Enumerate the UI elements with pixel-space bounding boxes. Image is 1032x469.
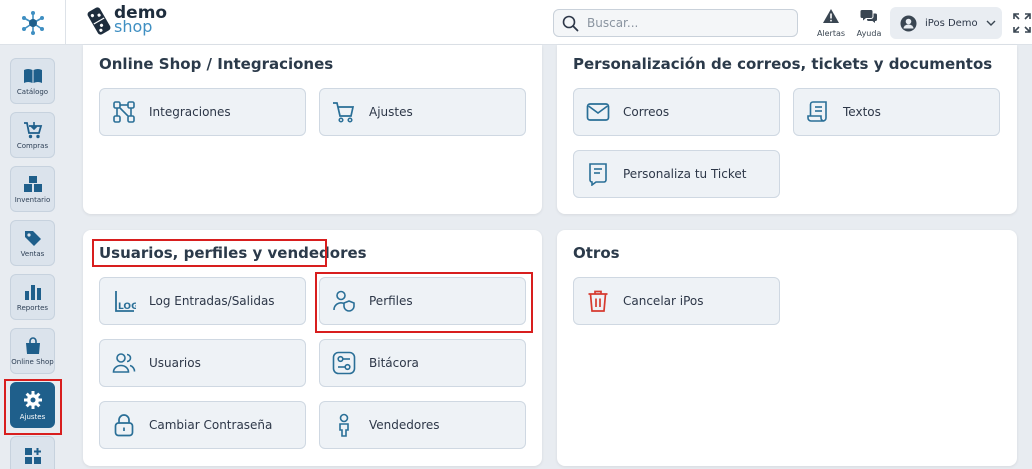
card-online-shop: Online Shop / Integraciones Integracione… — [83, 45, 542, 214]
log-icon: LOG — [115, 291, 136, 312]
tile-textos[interactable]: Textos — [793, 88, 1000, 136]
bar-chart-icon — [24, 284, 41, 300]
receipt-icon — [589, 163, 607, 186]
tile-vendedores[interactable]: Vendedores — [319, 401, 526, 449]
sidebar-item-label: Ventas — [20, 249, 45, 258]
tile-label: Log Entradas/Salidas — [149, 294, 275, 308]
tile-bitacora[interactable]: Bitácora — [319, 339, 526, 387]
help-button[interactable]: Ayuda — [852, 8, 886, 38]
section-title: Online Shop / Integraciones — [99, 55, 334, 73]
perfiles-highlight-box — [315, 272, 533, 333]
sidebar-item-label: Catálogo — [16, 87, 49, 96]
sidebar-item-compras[interactable]: Compras — [10, 112, 55, 158]
sidebar-item-online-shop[interactable]: Online Shop — [10, 328, 55, 374]
sidebar-item-inventario[interactable]: Inventario — [10, 166, 55, 212]
lock-icon — [114, 414, 134, 437]
sliders-icon — [332, 351, 356, 375]
tile-label: Ajustes — [369, 105, 413, 119]
fullscreen-button[interactable] — [1012, 12, 1032, 38]
tile-integraciones[interactable]: Integraciones — [99, 88, 306, 136]
tile-usuarios[interactable]: Usuarios — [99, 339, 306, 387]
sidebar-item-label: Inventario — [14, 195, 51, 204]
sidebar-item-label: Reportes — [16, 303, 49, 312]
tile-cambiar-contrasena[interactable]: Cambiar Contraseña — [99, 401, 306, 449]
chevron-down-icon — [986, 20, 996, 26]
expand-arrows-icon — [1013, 13, 1031, 33]
tile-label: Integraciones — [149, 105, 231, 119]
network-hub-icon — [21, 10, 44, 35]
tile-log-entradas-salidas[interactable]: LOG Log Entradas/Salidas — [99, 277, 306, 325]
sidebar-item-reportes[interactable]: Reportes — [10, 274, 55, 320]
mail-icon — [586, 103, 610, 121]
hub-menu-button[interactable] — [0, 0, 66, 45]
user-menu-button[interactable]: iPos Demo — [890, 7, 1002, 39]
cart-icon — [333, 102, 355, 123]
tile-personaliza-ticket[interactable]: Personaliza tu Ticket — [573, 150, 780, 198]
domino-logo-icon — [87, 7, 111, 35]
search-icon — [562, 15, 579, 31]
card-otros: Otros Cancelar iPos — [557, 230, 1017, 466]
tile-correos[interactable]: Correos — [573, 88, 780, 136]
search-box[interactable] — [553, 9, 798, 37]
search-input[interactable] — [587, 16, 777, 30]
shopping-bag-icon — [25, 336, 40, 354]
sidebar-item-label: Compras — [16, 141, 49, 150]
card-personalizacion: Personalización de correos, tickets y do… — [557, 45, 1017, 214]
svg-text:LOG: LOG — [118, 302, 136, 312]
user-name: iPos Demo — [925, 17, 978, 29]
tile-label: Bitácora — [369, 356, 419, 370]
alerts-label: Alertas — [816, 29, 846, 38]
cart-icon — [23, 121, 42, 138]
tile-label: Usuarios — [149, 356, 201, 370]
ajustes-highlight-box — [4, 379, 62, 435]
help-label: Ayuda — [856, 29, 882, 38]
sidebar-item-more[interactable] — [10, 436, 55, 469]
app-logo[interactable]: demo shop — [86, 5, 167, 36]
tile-label: Cambiar Contraseña — [149, 418, 273, 432]
chat-bubbles-icon — [860, 10, 877, 23]
sidebar-item-catalogo[interactable]: Catálogo — [10, 58, 55, 104]
tile-label: Cancelar iPos — [623, 294, 704, 308]
tile-label: Textos — [843, 105, 881, 119]
top-bar: demo shop Alertas Ayuda iPos Demo — [0, 0, 1032, 45]
tile-cancelar-ipos[interactable]: Cancelar iPos — [573, 277, 780, 325]
user-avatar-icon — [900, 15, 917, 31]
tag-icon — [24, 230, 41, 246]
sidebar-item-label: Online Shop — [11, 357, 54, 366]
alerts-button[interactable]: Alertas — [814, 8, 848, 38]
users-icon — [112, 353, 136, 373]
sidebar-item-ventas[interactable]: Ventas — [10, 220, 55, 266]
usuarios-title-highlight-box — [92, 239, 327, 267]
section-title: Otros — [573, 244, 620, 262]
trash-icon — [588, 290, 608, 312]
book-icon — [23, 68, 42, 83]
scroll-icon — [807, 101, 827, 122]
integrations-icon — [113, 101, 135, 123]
tile-label: Vendedores — [369, 418, 440, 432]
person-icon — [339, 413, 349, 437]
tile-ajustes-online-shop[interactable]: Ajustes — [319, 88, 526, 136]
grid-plus-icon — [24, 448, 41, 464]
warning-icon — [823, 9, 839, 23]
tile-label: Personaliza tu Ticket — [623, 167, 747, 181]
tile-label: Correos — [623, 105, 670, 119]
boxes-icon — [23, 175, 42, 192]
section-title: Personalización de correos, tickets y do… — [573, 55, 993, 73]
